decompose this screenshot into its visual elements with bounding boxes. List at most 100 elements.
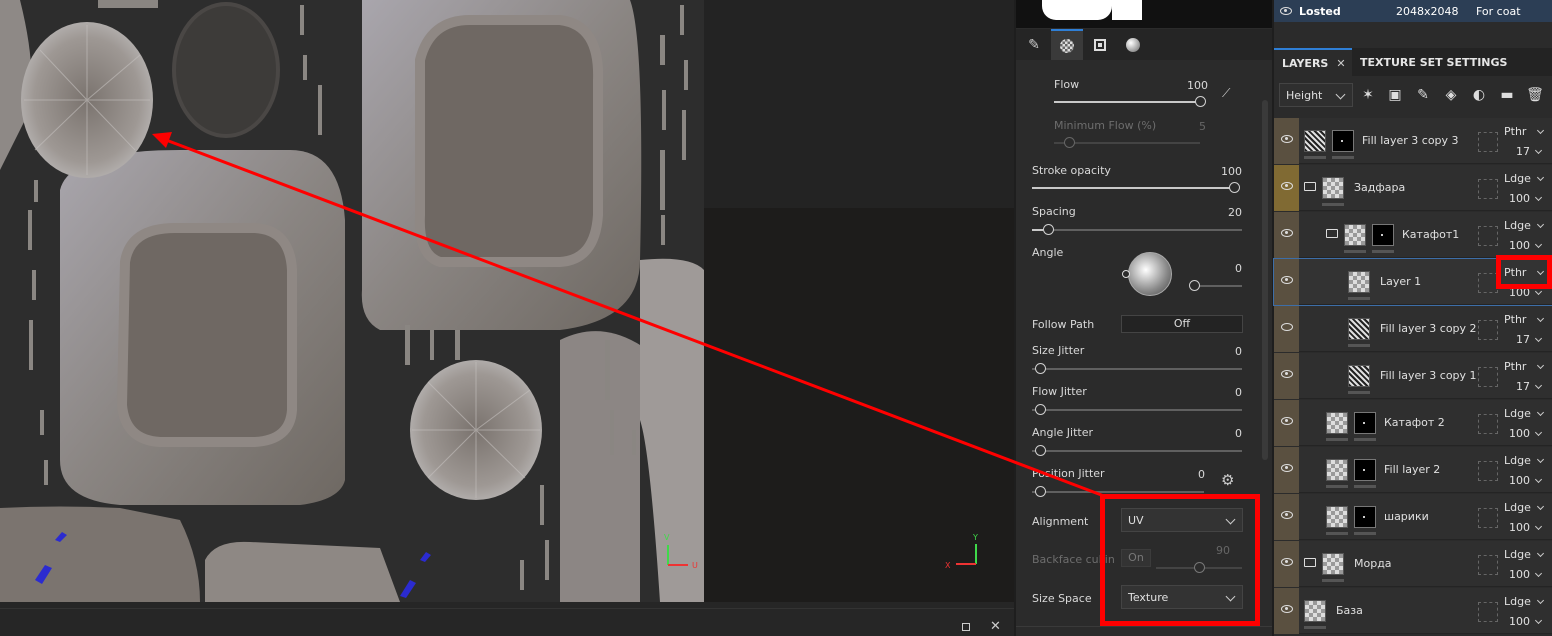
layer-mask-thumbnail[interactable] — [1332, 130, 1354, 152]
layer-effect-slot[interactable] — [1478, 132, 1498, 152]
eye-icon[interactable] — [1281, 464, 1293, 472]
layer-row[interactable]: Катафот1 Ldge 100 — [1274, 212, 1552, 258]
layer-row[interactable]: Морда Ldge 100 — [1274, 541, 1552, 587]
eye-icon[interactable] — [1281, 323, 1293, 331]
angle-slider[interactable] — [1194, 285, 1242, 287]
layer-blend-mode[interactable]: Ldge — [1504, 595, 1545, 608]
layer-name[interactable]: Задфара — [1354, 181, 1405, 194]
layer-row[interactable]: Fill layer 3 copy 3 Pthr 17 — [1274, 118, 1552, 164]
eye-icon[interactable] — [1281, 182, 1293, 190]
layer-blend-mode[interactable]: Ldge — [1504, 501, 1545, 514]
layer-mask-thumbnail[interactable] — [1354, 506, 1376, 528]
layer-row[interactable]: Катафот 2 Ldge 100 — [1274, 400, 1552, 446]
layer-effect-slot[interactable] — [1478, 273, 1498, 293]
layer-name[interactable]: Fill layer 3 copy 1 — [1380, 369, 1477, 382]
layer-opacity[interactable]: 100 — [1504, 474, 1543, 487]
position-jitter-slider[interactable] — [1032, 491, 1204, 493]
layer-effect-slot[interactable] — [1478, 179, 1498, 199]
layer-thumbnail[interactable] — [1304, 130, 1326, 152]
pen-pressure-icon[interactable]: ⟋ — [1222, 86, 1230, 101]
layer-effect-slot[interactable] — [1478, 602, 1498, 622]
flow-value[interactable]: 100 — [1168, 79, 1208, 92]
layer-row[interactable]: Fill layer 3 copy 2 Pthr 17 — [1274, 306, 1552, 352]
layer-blend-mode[interactable]: Pthr — [1504, 313, 1545, 326]
spacing-slider-handle[interactable] — [1043, 224, 1054, 235]
angle-jitter-value[interactable]: 0 — [1202, 427, 1242, 440]
angle-dial[interactable] — [1128, 252, 1172, 296]
stroke-opacity-slider-handle[interactable] — [1229, 182, 1240, 193]
layer-row[interactable]: Fill layer 3 copy 1 Pthr 17 — [1274, 353, 1552, 399]
follow-path-toggle[interactable]: Off — [1121, 315, 1243, 333]
layer-name[interactable]: Fill layer 2 — [1384, 463, 1440, 476]
uv-2d-view[interactable]: V U — [0, 0, 704, 602]
size-jitter-slider[interactable] — [1032, 368, 1242, 370]
flow-jitter-value[interactable]: 0 — [1202, 386, 1242, 399]
layer-blend-mode[interactable]: Ldge — [1504, 219, 1545, 232]
position-jitter-value[interactable]: 0 — [1165, 468, 1205, 481]
magic-wand-icon[interactable]: ✶ — [1359, 86, 1377, 104]
eye-icon[interactable] — [1281, 417, 1293, 425]
angle-dial-handle[interactable] — [1122, 270, 1130, 278]
flow-jitter-slider-handle[interactable] — [1035, 404, 1046, 415]
channel-dropdown[interactable]: Height — [1279, 83, 1353, 107]
layer-name[interactable]: Морда — [1354, 557, 1392, 570]
properties-scrollbar[interactable] — [1262, 100, 1268, 460]
spacing-slider[interactable] — [1032, 229, 1242, 231]
tab-material[interactable] — [1117, 29, 1149, 60]
size-jitter-value[interactable]: 0 — [1202, 345, 1242, 358]
layer-name[interactable]: Катафот 2 — [1384, 416, 1445, 429]
eye-icon[interactable] — [1281, 511, 1293, 519]
layer-effect-slot[interactable] — [1478, 320, 1498, 340]
add-folder-icon[interactable]: ▬ — [1498, 86, 1516, 104]
flow-slider[interactable] — [1054, 101, 1200, 103]
layer-effect-slot[interactable] — [1478, 461, 1498, 481]
eye-icon[interactable] — [1281, 605, 1293, 613]
layer-mask-thumbnail[interactable] — [1354, 412, 1376, 434]
layer-name[interactable]: Fill layer 3 copy 3 — [1362, 134, 1459, 147]
add-paint-layer-icon[interactable]: ✎ — [1414, 86, 1432, 104]
layer-row[interactable]: Задфара Ldge 100 — [1274, 165, 1552, 211]
layer-opacity[interactable]: 100 — [1504, 192, 1543, 205]
close-icon[interactable]: ✕ — [990, 619, 1001, 634]
layer-blend-mode[interactable]: Pthr — [1504, 125, 1545, 138]
angle-value[interactable]: 0 — [1202, 262, 1242, 275]
eye-icon[interactable] — [1281, 135, 1293, 143]
layer-thumbnail[interactable] — [1326, 412, 1348, 434]
layer-row[interactable]: шарики Ldge 100 — [1274, 494, 1552, 540]
angle-slider-handle[interactable] — [1189, 280, 1200, 291]
gear-icon[interactable]: ⚙ — [1221, 471, 1234, 489]
layer-row[interactable]: Fill layer 2 Ldge 100 — [1274, 447, 1552, 493]
layer-mask-thumbnail[interactable] — [1372, 224, 1394, 246]
layer-name[interactable]: шарики — [1384, 510, 1429, 523]
stroke-opacity-value[interactable]: 100 — [1202, 165, 1242, 178]
tab-layers[interactable]: LAYERS ✕ — [1274, 48, 1352, 76]
angle-jitter-slider[interactable] — [1032, 450, 1242, 452]
layer-opacity[interactable]: 100 — [1504, 615, 1543, 628]
layer-opacity[interactable]: 17 — [1504, 380, 1543, 393]
layer-thumbnail[interactable] — [1348, 318, 1370, 340]
tab-alpha[interactable] — [1051, 29, 1083, 60]
layer-blend-mode[interactable]: Pthr — [1504, 360, 1545, 373]
layer-name[interactable]: Катафот1 — [1402, 228, 1459, 241]
delete-icon[interactable]: 🗑 — [1526, 86, 1544, 104]
add-effect-icon[interactable]: ◐ — [1470, 86, 1488, 104]
layer-effect-slot[interactable] — [1478, 508, 1498, 528]
tab-texture-set-settings[interactable]: TEXTURE SET SETTINGS — [1360, 48, 1507, 76]
spacing-value[interactable]: 20 — [1202, 206, 1242, 219]
tab-brush[interactable]: ✎ — [1018, 29, 1050, 60]
layer-thumbnail[interactable] — [1304, 600, 1326, 622]
layer-opacity[interactable]: 100 — [1504, 239, 1543, 252]
layer-blend-mode[interactable]: Ldge — [1504, 454, 1545, 467]
layer-thumbnail[interactable] — [1348, 271, 1370, 293]
add-fill-layer-icon[interactable]: ◈ — [1442, 86, 1460, 104]
layer-thumbnail[interactable] — [1326, 506, 1348, 528]
layer-blend-mode[interactable]: Ldge — [1504, 407, 1545, 420]
restore-icon[interactable] — [962, 623, 970, 631]
3d-view[interactable]: Y X — [704, 0, 1014, 602]
eye-icon[interactable] — [1281, 276, 1293, 284]
layer-name[interactable]: База — [1336, 604, 1363, 617]
layer-blend-mode[interactable]: Ldge — [1504, 548, 1545, 561]
layer-effect-slot[interactable] — [1478, 226, 1498, 246]
texture-set-row[interactable]: Losted 2048x2048 For coat — [1274, 0, 1552, 22]
add-mask-icon[interactable]: ▣ — [1386, 86, 1404, 104]
